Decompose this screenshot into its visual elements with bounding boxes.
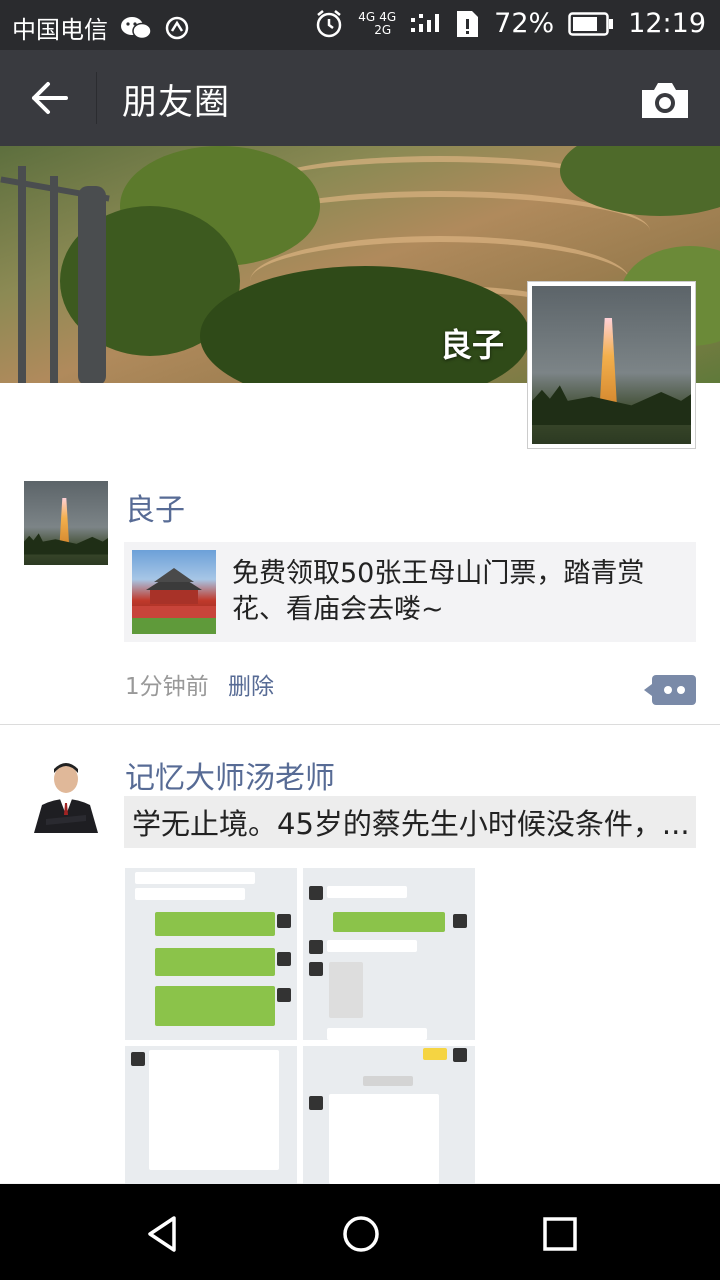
post-image[interactable] bbox=[303, 1046, 475, 1186]
network-type: 4G 4G 2G bbox=[358, 9, 397, 37]
alarm-icon bbox=[314, 9, 344, 39]
post-image[interactable] bbox=[125, 868, 297, 1040]
shared-link-thumbnail bbox=[132, 550, 216, 634]
nav-home-button[interactable] bbox=[339, 1212, 383, 1256]
signal-icon bbox=[410, 12, 440, 36]
post-avatar[interactable] bbox=[24, 749, 108, 833]
post-timestamp: 1分钟前 bbox=[125, 674, 209, 700]
comment-icon bbox=[664, 686, 672, 694]
battery-percent: 72% bbox=[494, 8, 555, 39]
header-divider bbox=[96, 72, 97, 124]
back-button[interactable] bbox=[26, 76, 74, 120]
notification-icon bbox=[164, 15, 190, 41]
post-divider bbox=[0, 724, 720, 725]
carrier-label: 中国电信 bbox=[12, 16, 108, 44]
wechat-icon bbox=[120, 15, 152, 41]
delete-button[interactable]: 删除 bbox=[228, 667, 274, 701]
network-4g-label-2: 4G bbox=[379, 9, 397, 24]
network-2g-label: 2G bbox=[374, 22, 392, 37]
shared-link-title: 免费领取50张王母山门票，踏青赏花、看庙会去喽~ bbox=[232, 558, 645, 625]
nav-back-button[interactable] bbox=[140, 1212, 184, 1256]
status-bar: 中国电信 4G 4G 2G 72% 12:19 bbox=[0, 0, 720, 50]
post-author-name[interactable]: 记忆大师汤老师 bbox=[125, 753, 335, 797]
post-author-name[interactable]: 良子 bbox=[125, 485, 185, 529]
image-grid bbox=[125, 868, 475, 1186]
square-recent-icon bbox=[543, 1217, 577, 1251]
post-avatar[interactable] bbox=[24, 481, 108, 565]
circle-home-icon bbox=[343, 1216, 379, 1252]
arrow-left-icon bbox=[32, 82, 68, 114]
camera-icon bbox=[642, 83, 688, 118]
sim-alert-icon bbox=[454, 9, 480, 39]
shared-link-card[interactable]: 免费领取50张王母山门票，踏青赏花、看庙会去喽~ bbox=[124, 542, 696, 642]
post-image[interactable] bbox=[303, 868, 475, 1040]
system-nav-bar bbox=[0, 1184, 720, 1280]
comment-button[interactable] bbox=[644, 675, 696, 705]
cover-username: 良子 bbox=[439, 326, 504, 364]
network-4g-label: 4G bbox=[358, 9, 376, 24]
page-title: 朋友圈 bbox=[122, 83, 231, 123]
post-image[interactable] bbox=[125, 1046, 297, 1186]
camera-button[interactable] bbox=[640, 78, 690, 122]
app-header: 朋友圈 bbox=[0, 50, 720, 146]
triangle-back-icon bbox=[148, 1216, 176, 1252]
profile-avatar[interactable] bbox=[527, 281, 696, 449]
nav-recent-button[interactable] bbox=[538, 1212, 582, 1256]
post-text[interactable]: 学无止境。45岁的蔡先生小时候没条件，... bbox=[124, 796, 696, 848]
clock: 12:19 bbox=[628, 8, 706, 39]
battery-icon bbox=[568, 11, 614, 37]
